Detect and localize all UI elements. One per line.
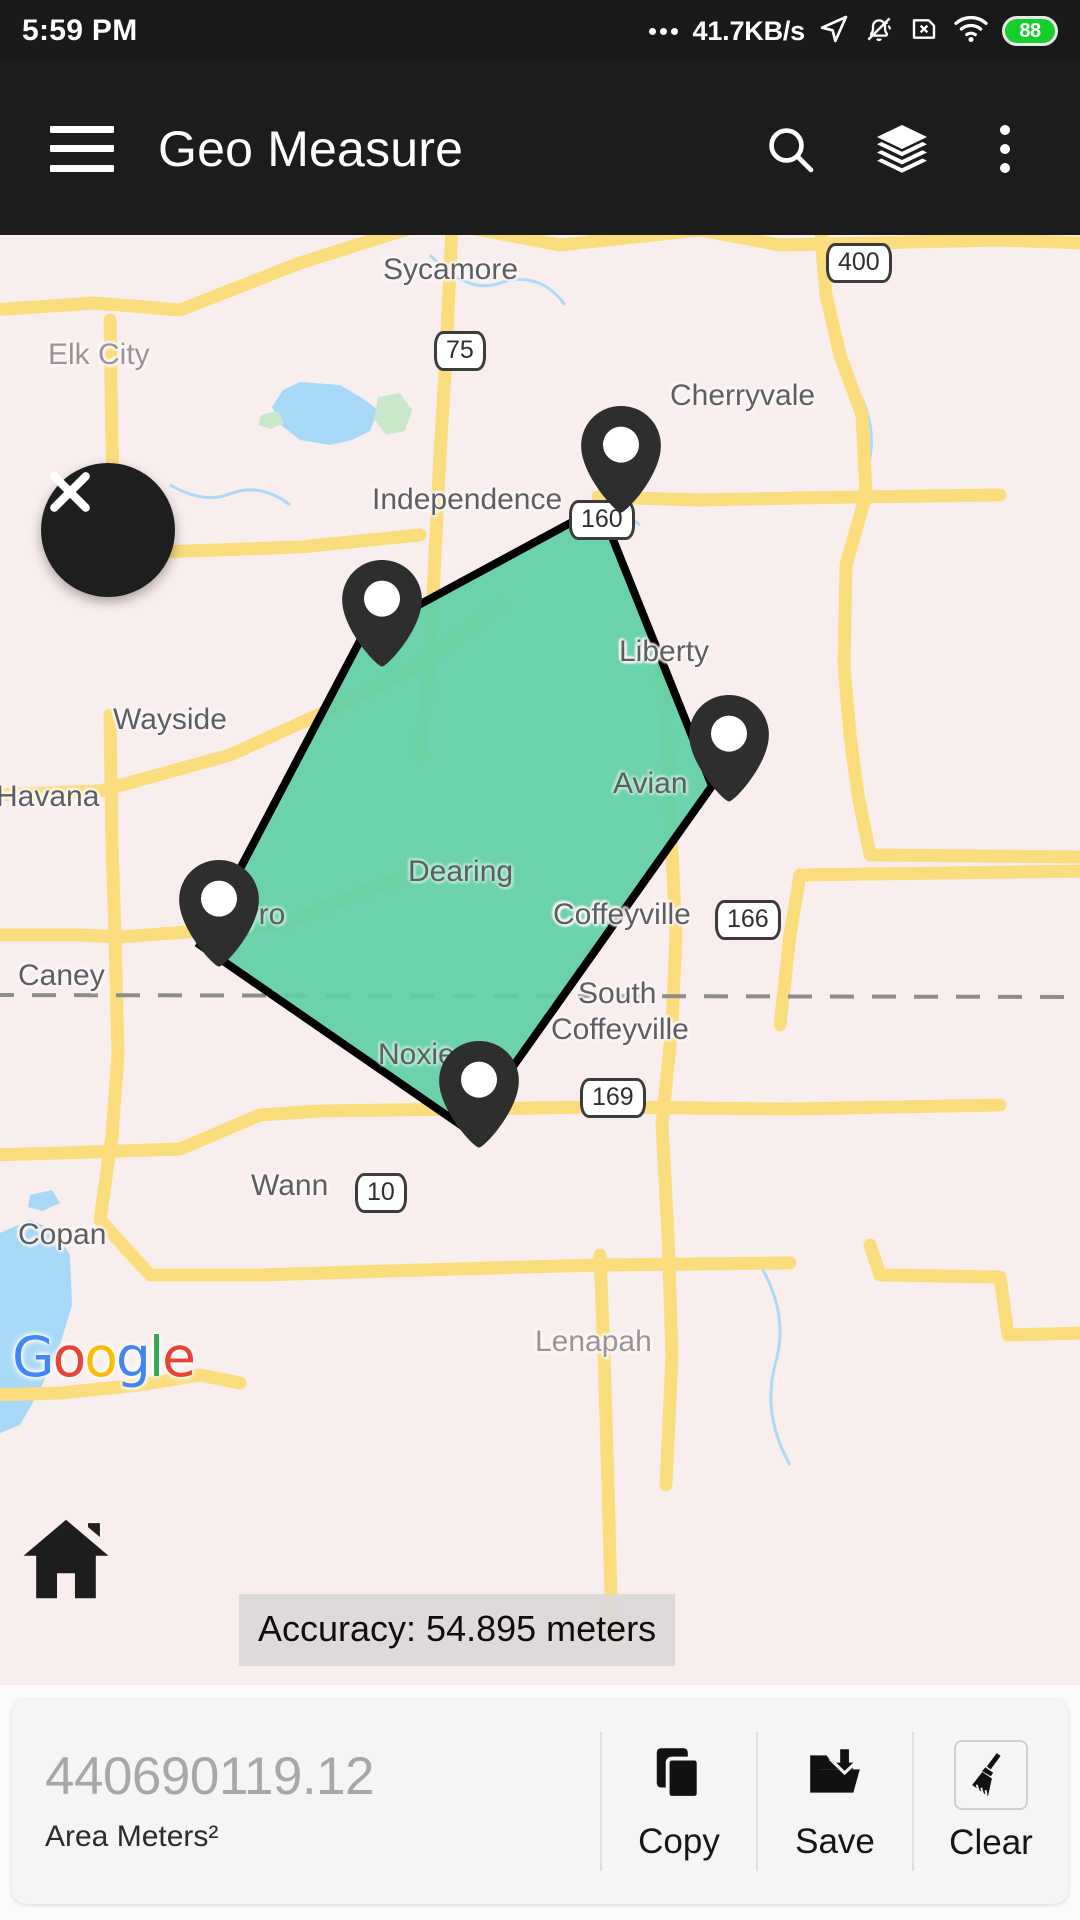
clear-button-label: Clear xyxy=(949,1823,1033,1862)
app-bar: Geo Measure xyxy=(0,62,1080,235)
status-bar-icons: 41.7KB/s 88 xyxy=(648,13,1058,50)
app-bar-actions xyxy=(762,119,1080,179)
app-root: 5:59 PM 41.7KB/s 88 Geo Measure Sycamore… xyxy=(0,0,1080,1920)
map-layers-icon[interactable] xyxy=(872,119,932,179)
network-speed-label: 41.7KB/s xyxy=(692,15,806,46)
map-pin-marker[interactable] xyxy=(575,402,667,518)
save-button[interactable]: Save xyxy=(758,1699,912,1904)
navigation-arrow-icon xyxy=(818,13,850,50)
search-icon[interactable] xyxy=(762,121,818,177)
broom-clear-icon xyxy=(954,1740,1028,1810)
page-title: Geo Measure xyxy=(158,120,464,177)
accuracy-label: Accuracy: 54.895 meters xyxy=(239,1594,676,1666)
copy-button-label: Copy xyxy=(638,1821,720,1861)
battery-icon: 88 xyxy=(1002,16,1058,46)
google-attribution-logo: Google xyxy=(12,1325,196,1389)
area-value: 440690119.12 xyxy=(45,1746,375,1806)
close-x-icon xyxy=(50,472,90,512)
status-bar-clock: 5:59 PM xyxy=(22,14,138,47)
close-measurement-button[interactable] xyxy=(41,463,175,597)
copy-button[interactable]: Copy xyxy=(602,1699,756,1904)
save-button-label: Save xyxy=(795,1821,875,1861)
copy-icon xyxy=(648,1742,710,1809)
sim-missing-icon xyxy=(908,13,940,50)
hamburger-menu-icon[interactable] xyxy=(50,125,114,172)
area-unit-label: Area Meters² xyxy=(45,1820,219,1854)
google-letter-e: e xyxy=(162,1325,196,1389)
measurement-bottom-bar: 440690119.12 Area Meters² Copy Save Clea… xyxy=(0,1685,1080,1920)
google-letter-o1: o xyxy=(52,1325,87,1389)
google-letter-g: G xyxy=(12,1325,55,1389)
bell-muted-icon xyxy=(863,13,895,50)
map-pin-marker[interactable] xyxy=(433,1037,525,1153)
google-letter-o2: o xyxy=(84,1325,118,1389)
map-canvas[interactable]: Sycamore Cherryvale Independence Elk City Li… xyxy=(0,235,1080,1685)
wifi-icon xyxy=(953,14,989,49)
map-pin-marker[interactable] xyxy=(173,856,265,972)
save-folder-icon xyxy=(804,1742,866,1809)
overflow-dots-icon xyxy=(648,27,678,35)
battery-level-label: 88 xyxy=(1019,20,1041,42)
measurement-readout: 440690119.12 Area Meters² xyxy=(12,1749,600,1855)
map-pin-marker[interactable] xyxy=(683,691,775,807)
measurement-panel: 440690119.12 Area Meters² Copy Save Clea… xyxy=(12,1699,1068,1904)
map-vector-layer xyxy=(0,235,1080,1685)
map-pin-marker[interactable] xyxy=(336,556,428,672)
google-letter-g2: g xyxy=(115,1325,151,1389)
more-vertical-icon[interactable] xyxy=(986,119,1024,179)
status-bar: 5:59 PM 41.7KB/s 88 xyxy=(0,0,1080,62)
clear-button[interactable]: Clear xyxy=(914,1699,1068,1904)
google-letter-l: l xyxy=(148,1325,164,1389)
